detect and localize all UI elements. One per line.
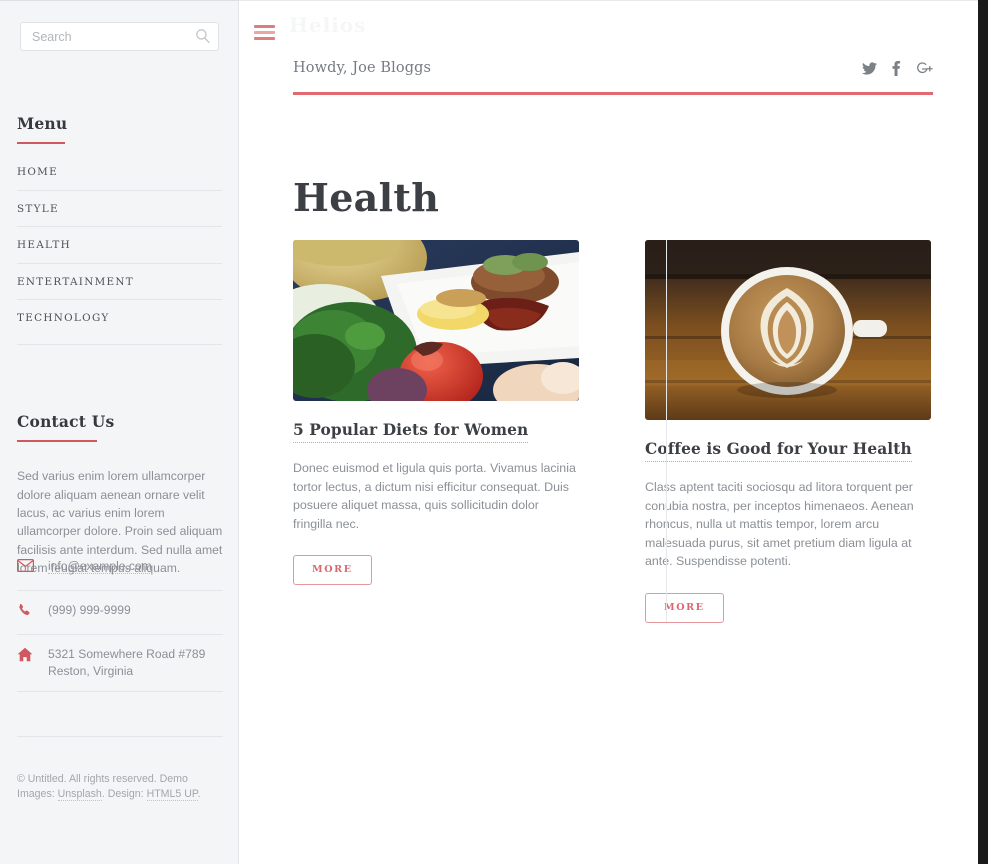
envelope-icon [17, 558, 48, 572]
heading-underline [17, 141, 65, 144]
search-box[interactable] [20, 22, 219, 51]
contact-list: info@example.com (999) 999-9999 5321 Som… [17, 547, 223, 692]
google-plus-icon[interactable] [916, 61, 933, 76]
colophon-text-2: . Design: [101, 787, 147, 800]
post-card: 5 Popular Diets for Women Donec euismod … [293, 240, 579, 623]
nav-bottom-divider [17, 344, 222, 345]
sidebar-item-technology[interactable]: TECHNOLOGY [17, 300, 222, 337]
more-button[interactable]: MORE [293, 555, 372, 586]
menu-heading-label: Menu [17, 113, 68, 133]
contact-address: 5321 Somewhere Road #789 Reston, Virgini… [48, 646, 205, 680]
html5up-link[interactable]: HTML5 UP [146, 787, 198, 801]
sidebar-nav: HOME STYLE HEALTH ENTERTAINMENT TECHNOLO… [17, 154, 222, 337]
post-title: Coffee is Good for Your Health [645, 439, 931, 462]
contact-heading: Contact Us [17, 412, 114, 442]
contact-heading-label: Contact Us [17, 411, 115, 431]
greeting-text: Howdy, Joe Bloggs [293, 60, 432, 76]
post-card: Coffee is Good for Your Health Class apt… [645, 240, 931, 623]
post-excerpt: Class aptent taciti sociosqu ad litora t… [645, 480, 914, 569]
post-title-link[interactable]: Coffee is Good for Your Health [645, 440, 912, 462]
hamburger-icon[interactable] [254, 25, 275, 41]
app-window: Menu HOME STYLE HEALTH ENTERTAINMENT TEC… [0, 0, 978, 864]
column-divider [666, 240, 667, 622]
top-bar: Howdy, Joe Bloggs [293, 53, 933, 95]
sidebar-item-style[interactable]: STYLE [17, 191, 222, 227]
more-button[interactable]: MORE [645, 592, 724, 623]
colophon-text-3: . [197, 787, 201, 800]
twitter-icon[interactable] [862, 62, 877, 75]
phone-icon [17, 602, 48, 618]
contact-row-address: 5321 Somewhere Road #789 Reston, Virgini… [17, 635, 223, 692]
post-excerpt: Donec euismod et ligula quis porta. Viva… [293, 461, 576, 531]
hamburger-bar [254, 37, 275, 40]
heading-underline [17, 439, 97, 442]
site-logo-faded: Helios [289, 13, 367, 37]
facebook-icon[interactable] [892, 61, 901, 76]
contact-phone: (999) 999-9999 [48, 603, 131, 617]
contact-address-line1: 5321 Somewhere Road #789 [48, 647, 206, 661]
sidebar-item-home[interactable]: HOME [17, 154, 222, 191]
page-title: Health [293, 175, 440, 221]
hamburger-bar [254, 31, 275, 34]
main-content: Helios Howdy, Joe Bloggs Health 5 Popula… [239, 0, 978, 864]
hamburger-bar [254, 25, 275, 28]
colophon: © Untitled. All rights reserved. Demo Im… [17, 736, 223, 801]
menu-heading: Menu [17, 114, 67, 144]
contact-row-email[interactable]: info@example.com [17, 547, 223, 591]
post-image-food[interactable] [293, 240, 579, 401]
sidebar-item-health[interactable]: HEALTH [17, 227, 222, 264]
sidebar: Menu HOME STYLE HEALTH ENTERTAINMENT TEC… [0, 0, 239, 864]
contact-row-phone: (999) 999-9999 [17, 591, 223, 635]
contact-email[interactable]: info@example.com [48, 558, 152, 575]
post-list: 5 Popular Diets for Women Donec euismod … [293, 240, 933, 623]
social-links [862, 61, 933, 76]
search-input[interactable] [20, 22, 219, 51]
post-title: 5 Popular Diets for Women [293, 420, 579, 443]
contact-email-link[interactable]: info@example.com [48, 559, 152, 574]
unsplash-link[interactable]: Unsplash [57, 787, 102, 801]
home-icon [17, 646, 48, 662]
contact-address-line2: Reston, Virginia [48, 664, 134, 678]
post-title-link[interactable]: 5 Popular Diets for Women [293, 421, 529, 443]
post-image-coffee[interactable] [645, 240, 931, 420]
sidebar-item-entertainment[interactable]: ENTERTAINMENT [17, 264, 222, 300]
